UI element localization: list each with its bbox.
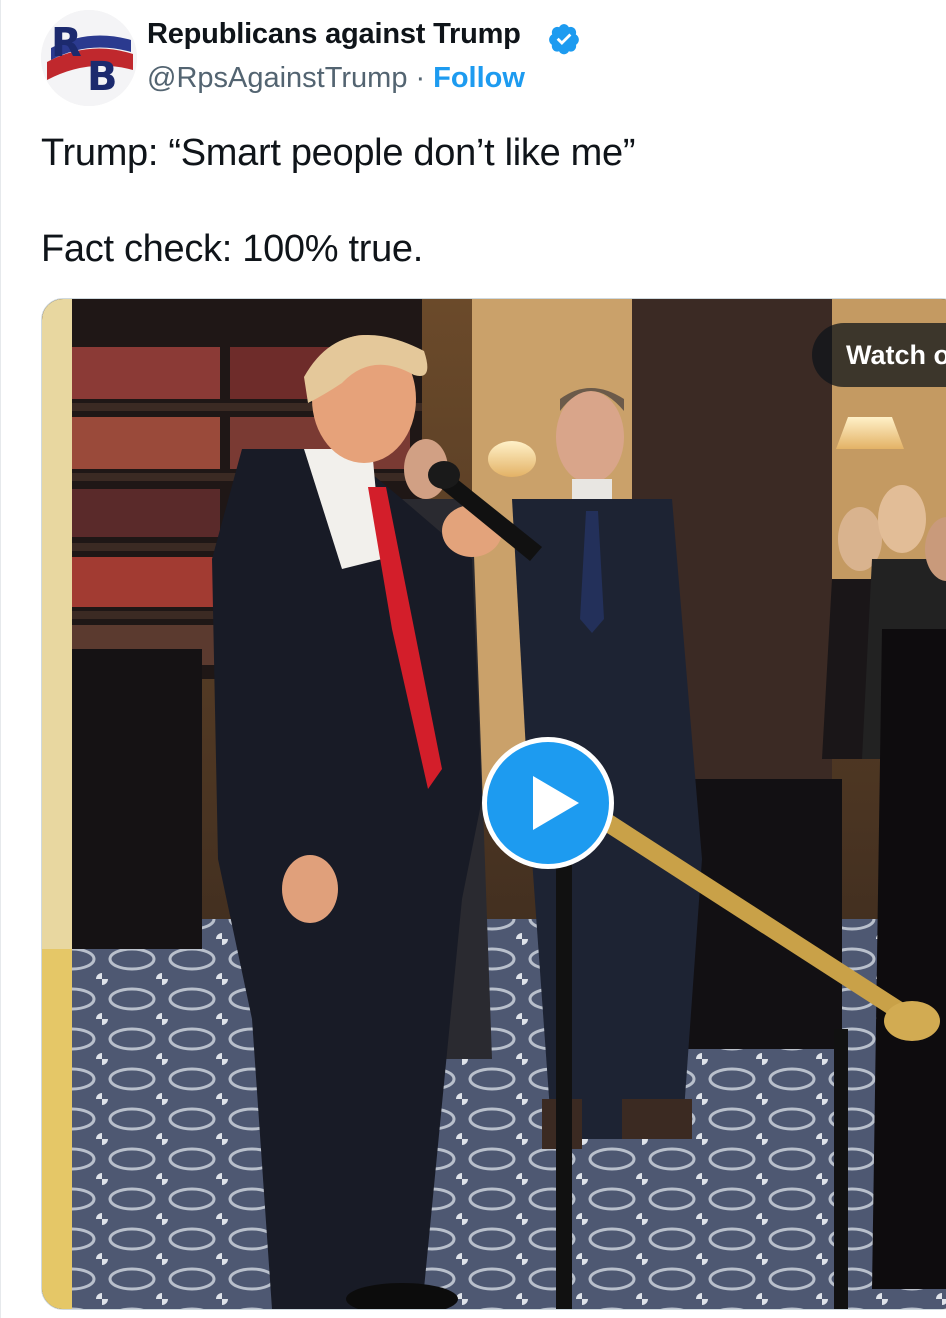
- author-display-name[interactable]: Republicans against Trump: [147, 18, 521, 51]
- tweet-card: R B Republicans against Trump @RpsAgains…: [0, 0, 946, 1318]
- tweet-text-line-1: Trump: “Smart people don’t like me”: [41, 132, 636, 174]
- handle-row: @RpsAgainstTrump · Follow: [147, 62, 525, 95]
- verified-badge-icon: [549, 24, 579, 55]
- author-avatar[interactable]: R B: [41, 10, 137, 106]
- separator-dot: ·: [415, 62, 426, 94]
- video-player[interactable]: Watch o: [41, 298, 946, 1310]
- svg-text:B: B: [87, 54, 118, 100]
- watch-on-x-button[interactable]: Watch o: [812, 323, 946, 387]
- rb-logo-icon: R B: [41, 10, 137, 106]
- svg-text:R: R: [51, 20, 82, 66]
- follow-button[interactable]: Follow: [433, 62, 525, 94]
- tweet-text-line-2: Fact check: 100% true.: [41, 228, 424, 270]
- play-icon: [533, 776, 579, 830]
- author-handle[interactable]: @RpsAgainstTrump: [147, 62, 407, 94]
- play-button[interactable]: [482, 737, 614, 869]
